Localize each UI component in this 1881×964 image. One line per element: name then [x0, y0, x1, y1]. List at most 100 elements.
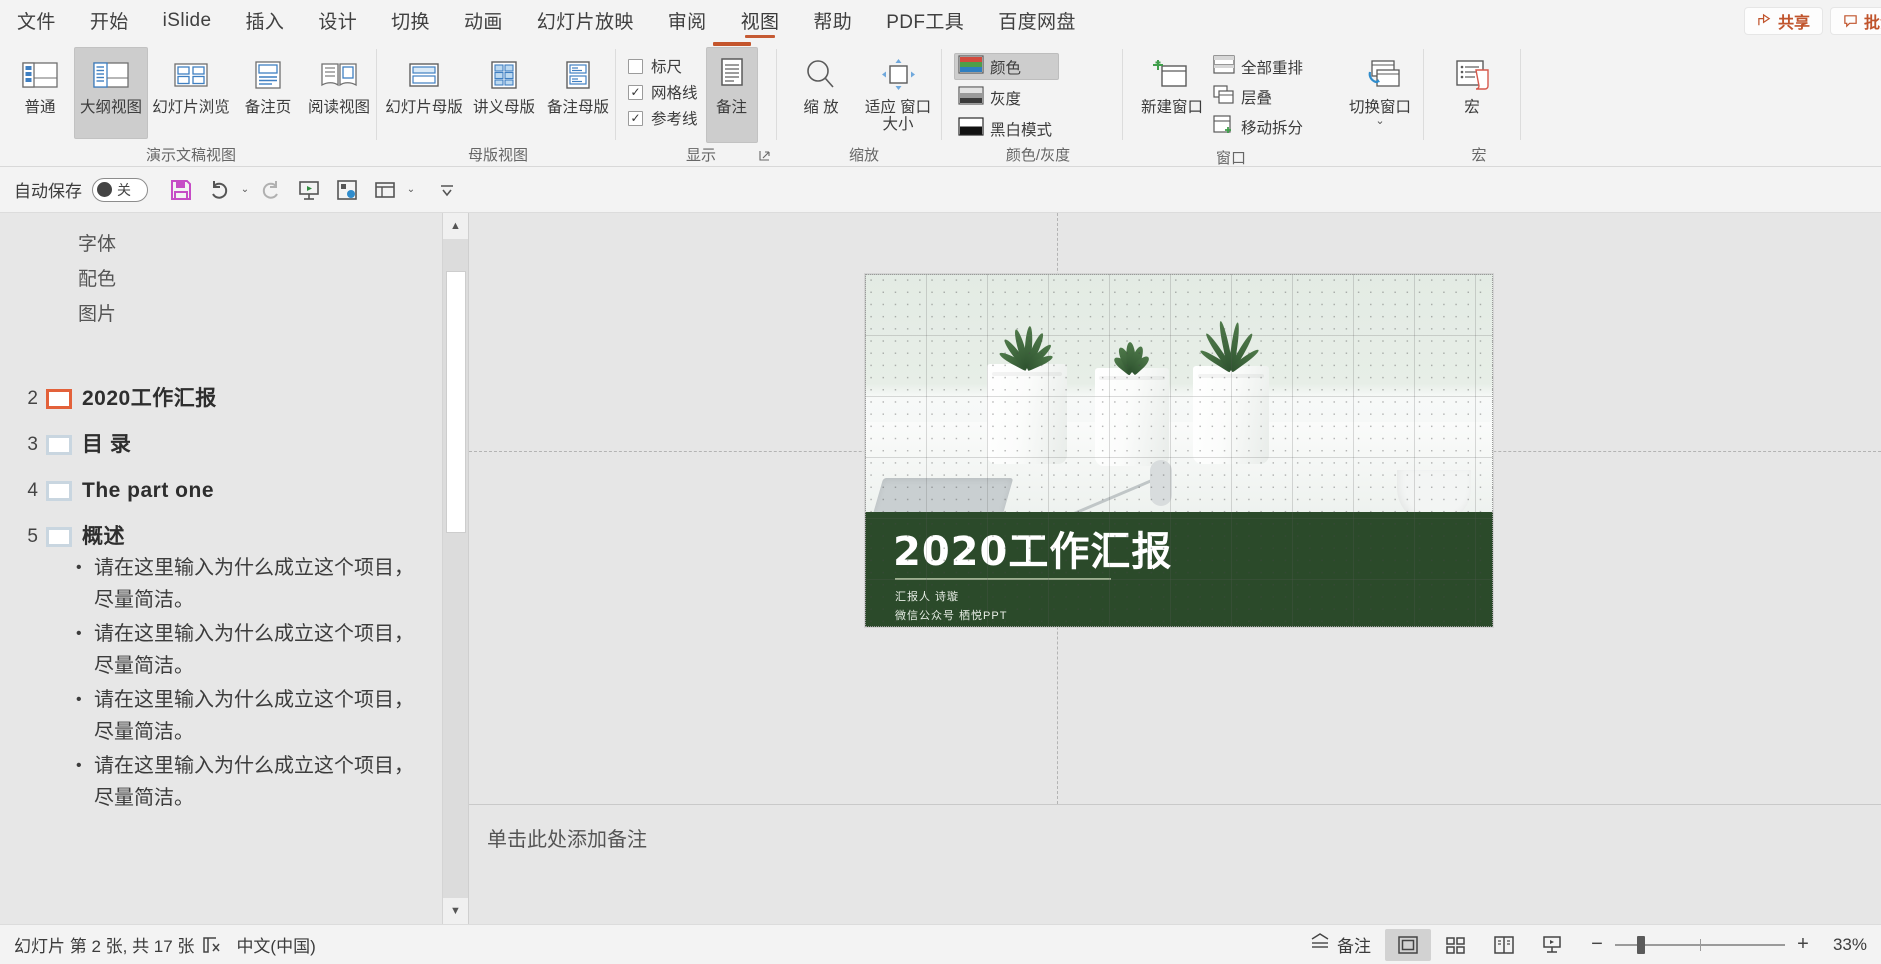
button-label: 黑白模式 — [990, 121, 1053, 139]
undo-icon[interactable] — [200, 171, 238, 209]
slide-preview[interactable]: 2020工作汇报 汇报人 诗璇 微信公众号 栖悦PPT — [865, 274, 1493, 627]
button-slide-master[interactable]: 幻灯片母版 — [381, 47, 467, 139]
button-new-window[interactable]: 新建窗口 — [1135, 47, 1209, 139]
scroll-up-arrow[interactable]: ▲ — [442, 213, 468, 239]
tab-design[interactable]: 设计 — [301, 0, 374, 41]
outline-bullet[interactable]: • 请在这里输入为什么成立这个项目，尽量简洁。 — [76, 617, 440, 683]
reading-view-button[interactable] — [1481, 929, 1527, 961]
slide-number: 5 — [27, 526, 38, 547]
button-grayscale[interactable]: 灰度 — [954, 84, 1059, 111]
more-commands-icon[interactable] — [428, 171, 466, 209]
button-macro[interactable]: 宏 — [1438, 47, 1506, 139]
start-slideshow-icon[interactable] — [290, 171, 328, 209]
tab-baidu-netdisk[interactable]: 百度网盘 — [981, 0, 1093, 41]
autosave-toggle[interactable]: 关 — [92, 177, 148, 202]
tab-review[interactable]: 审阅 — [651, 0, 724, 41]
show-dialog-launcher[interactable] — [756, 147, 772, 163]
powerpoint-window: 文件 开始 iSlide 插入 设计 切换 动画 幻灯片放映 审阅 视图 帮助 … — [0, 0, 1881, 964]
scroll-thumb[interactable] — [445, 271, 466, 533]
slide-title[interactable]: 概述 — [82, 525, 125, 549]
outline-bullet[interactable]: • 请在这里输入为什么成立这个项目，尽量简洁。 — [76, 551, 440, 617]
button-fit-to-window[interactable]: 适应 窗口大小 — [855, 47, 941, 139]
scroll-down-arrow[interactable]: ▼ — [442, 898, 468, 924]
language-indicator[interactable]: 中文(中国) — [236, 932, 315, 957]
layout-dropdown-caret[interactable]: ⌄ — [404, 171, 418, 209]
zoom-out-button[interactable]: − — [1589, 933, 1605, 956]
tab-transitions[interactable]: 切换 — [374, 0, 447, 41]
checkbox-ruler[interactable]: 标尺 — [626, 53, 698, 79]
tab-view[interactable]: 视图 — [724, 0, 797, 41]
outline-bullet[interactable]: • 请在这里输入为什么成立这个项目，尽量简洁。 — [76, 683, 440, 749]
slide-thumbnail-icon[interactable] — [46, 435, 72, 455]
button-normal-view[interactable]: 普通 — [6, 47, 74, 139]
outline-bullet[interactable]: • 请在这里输入为什么成立这个项目，尽量简洁。 — [76, 749, 440, 815]
button-reading-view[interactable]: 阅读视图 — [302, 47, 376, 139]
tab-slideshow[interactable]: 幻灯片放映 — [520, 0, 651, 41]
slide-title[interactable]: 2020工作汇报 — [82, 387, 217, 411]
checkbox-gridlines[interactable]: ✓ 网格线 — [626, 79, 698, 105]
tab-file[interactable]: 文件 — [0, 0, 73, 41]
notes-placeholder[interactable]: 单击此处添加备注 — [487, 823, 1881, 852]
layout-icon[interactable] — [366, 171, 404, 209]
outline-scrollbar[interactable]: ▲ ▼ — [442, 213, 468, 924]
tab-label: 设计 — [318, 12, 358, 33]
slide-thumbnail-icon[interactable] — [46, 389, 72, 409]
button-handout-master[interactable]: 讲义母版 — [467, 47, 541, 139]
outline-pane[interactable]: 字体 配色 图片 2 2020工作汇报 3 目 录 4 The part one… — [0, 213, 469, 924]
notes-toggle-label: 备注 — [1337, 937, 1371, 956]
button-move-split[interactable]: 移动拆分 — [1209, 113, 1310, 140]
save-icon[interactable] — [162, 171, 200, 209]
checkbox-label: 标尺 — [651, 59, 683, 76]
scroll-track[interactable] — [442, 239, 468, 898]
outline-slide-row[interactable]: 4 The part one — [10, 468, 440, 514]
outline-slide-row[interactable]: 2 2020工作汇报 — [10, 376, 440, 422]
slide-thumbnail-icon[interactable] — [46, 527, 72, 547]
outline-sub-line[interactable]: 图片 — [10, 297, 440, 332]
slide-thumbnail-icon[interactable] — [46, 481, 72, 501]
customize-icon[interactable] — [328, 171, 366, 209]
zoom-slider-thumb[interactable] — [1637, 935, 1645, 954]
button-arrange-all[interactable]: 全部重排 — [1209, 53, 1310, 80]
button-slide-sorter[interactable]: 幻灯片浏览 — [148, 47, 234, 139]
slideshow-button[interactable] — [1529, 929, 1575, 961]
redo-icon[interactable] — [252, 171, 290, 209]
tab-insert[interactable]: 插入 — [229, 0, 302, 41]
notes-pane[interactable]: 单击此处添加备注 — [469, 804, 1881, 924]
slide-sorter-button[interactable] — [1433, 929, 1479, 961]
notes-toggle-button[interactable]: 备注 — [1297, 929, 1383, 961]
tab-pdf-tools[interactable]: PDF工具 — [869, 0, 981, 41]
slide-canvas-area[interactable]: 2020工作汇报 汇报人 诗璇 微信公众号 栖悦PPT — [469, 213, 1881, 804]
tab-home[interactable]: 开始 — [73, 0, 146, 41]
outline-sub-line[interactable]: 配色 — [10, 262, 440, 297]
accessibility-check-icon[interactable] — [194, 930, 228, 960]
button-color[interactable]: 颜色 — [954, 53, 1060, 80]
button-zoom[interactable]: 缩 放 — [787, 47, 855, 139]
tab-animations[interactable]: 动画 — [447, 0, 520, 41]
outline-slide-row[interactable]: 3 目 录 — [10, 422, 440, 468]
button-notes-page[interactable]: 备注页 — [234, 47, 302, 139]
share-button[interactable]: 共享 — [1743, 6, 1823, 35]
button-cascade[interactable]: 层叠 — [1209, 83, 1310, 110]
slide-title[interactable]: 目 录 — [82, 433, 131, 457]
normal-view-button[interactable] — [1385, 928, 1431, 961]
comment-button[interactable]: 批注 — [1829, 6, 1881, 35]
button-notes-master[interactable]: 备注母版 — [541, 47, 615, 139]
outline-sub-line[interactable]: 字体 — [10, 227, 440, 262]
button-notes[interactable]: 备注 — [705, 42, 758, 143]
slide-title[interactable]: The part one — [82, 479, 214, 503]
button-outline-view[interactable]: 大纲视图 — [74, 47, 148, 139]
button-switch-windows[interactable]: 切换窗口 ⌄ — [1337, 47, 1423, 147]
zoom-in-button[interactable]: + — [1795, 933, 1811, 956]
checkbox-guides[interactable]: ✓ 参考线 — [626, 105, 698, 131]
button-black-and-white[interactable]: 黑白模式 — [954, 115, 1059, 142]
tab-label: 开始 — [89, 12, 129, 33]
tab-help[interactable]: 帮助 — [796, 0, 869, 41]
undo-dropdown-caret[interactable]: ⌄ — [238, 171, 252, 209]
button-label: 新建窗口 — [1140, 99, 1203, 116]
outline-slide-row[interactable]: 5 概述 — [10, 514, 440, 551]
tab-islide[interactable]: iSlide — [146, 0, 229, 41]
zoom-level-label[interactable]: 33% — [1821, 935, 1867, 955]
button-label: 缩 放 — [803, 99, 839, 116]
zoom-slider[interactable] — [1615, 929, 1785, 961]
chevron-down-icon[interactable]: ⌄ — [1375, 116, 1384, 127]
